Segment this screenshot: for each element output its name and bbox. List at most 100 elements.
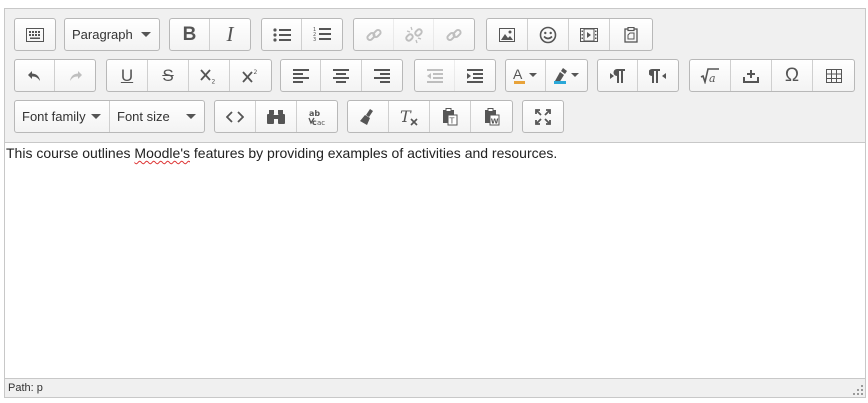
text-color-icon: A (513, 67, 539, 85)
anchor-link-icon (445, 26, 463, 44)
clean-formatting-button[interactable] (348, 101, 389, 132)
anchor-button[interactable] (434, 19, 474, 50)
toggle-toolbar-group (14, 18, 56, 51)
clipboard-file-icon (623, 26, 638, 43)
bullet-list-icon (272, 27, 291, 42)
unlink-icon (404, 26, 423, 44)
find-replace-button[interactable] (256, 101, 297, 132)
font-size-select[interactable]: Font size (110, 101, 204, 132)
content-paragraph: This course outlines Moodle's features b… (6, 145, 864, 162)
insert-table-button[interactable] (813, 60, 854, 91)
svg-text:ac: ac (317, 119, 325, 126)
bullet-list-button[interactable] (262, 19, 302, 50)
rtl-pilcrow-icon (649, 68, 667, 84)
format-group: U S 2 2 (106, 59, 272, 92)
omega-icon: Ω (784, 64, 800, 86)
outdent-button[interactable] (415, 60, 455, 91)
insert-page-break-button[interactable] (731, 60, 772, 91)
resize-handle-icon[interactable] (852, 384, 864, 396)
paste-as-text-button[interactable]: T (430, 101, 471, 132)
numbered-list-button[interactable]: 123 (302, 19, 342, 50)
list-group: 123 (261, 18, 343, 51)
chevron-down-icon (91, 114, 101, 119)
insert-media-button[interactable] (569, 19, 610, 50)
font-size-value: Font size (117, 109, 170, 124)
align-right-button[interactable] (362, 60, 402, 91)
text-style-group: B I (169, 18, 251, 51)
strikethrough-button[interactable]: S (148, 60, 189, 91)
strikethrough-icon: S (162, 65, 174, 85)
svg-text:ab: ab (309, 109, 320, 118)
link-group (353, 18, 475, 51)
right-to-left-button[interactable] (638, 60, 678, 91)
italic-button[interactable]: I (210, 19, 250, 50)
chevron-down-icon (186, 114, 196, 119)
svg-text:3: 3 (313, 37, 316, 42)
spellcheck-icon: ab c ac (308, 108, 326, 126)
clear-format-icon: T (399, 108, 419, 126)
undo-button[interactable] (15, 60, 55, 91)
editor-toolbar: Paragraph B I 123 U S 2 2 A a Ω Font fam… (5, 9, 865, 143)
align-center-icon (333, 68, 349, 83)
indent-button[interactable] (455, 60, 495, 91)
film-icon (580, 27, 598, 42)
redo-icon (67, 69, 83, 83)
bold-button[interactable]: B (170, 19, 210, 50)
table-icon (825, 68, 842, 83)
insert-image-button[interactable] (487, 19, 528, 50)
link-icon (365, 26, 383, 44)
media-group (486, 18, 653, 51)
fullscreen-group (522, 100, 564, 133)
align-center-button[interactable] (321, 60, 362, 91)
insert-emoticon-button[interactable] (528, 19, 569, 50)
svg-text:a: a (709, 72, 716, 84)
paste-text-icon: T (442, 107, 458, 126)
code-brackets-icon (226, 110, 244, 123)
unlink-button[interactable] (394, 19, 434, 50)
redo-button[interactable] (55, 60, 95, 91)
show-more-buttons-button[interactable] (15, 19, 55, 50)
color-group: A (505, 59, 588, 92)
manage-files-button[interactable] (610, 19, 651, 50)
block-format-select[interactable]: Paragraph (65, 19, 159, 50)
left-to-right-button[interactable] (598, 60, 638, 91)
clean-group: T T W (347, 100, 513, 133)
font-group: Font family Font size (14, 100, 205, 133)
align-left-button[interactable] (281, 60, 321, 91)
indent-group (414, 59, 496, 92)
underline-icon: U (120, 65, 134, 85)
block-format-value: Paragraph (72, 27, 133, 42)
content-text-after: features by providing examples of activi… (190, 145, 558, 161)
subscript-button[interactable]: 2 (189, 60, 230, 91)
editor-content-area[interactable]: This course outlines Moodle's features b… (5, 143, 865, 377)
square-root-icon: a (700, 67, 720, 84)
svg-text:T: T (449, 116, 455, 125)
element-path: Path: p (8, 382, 43, 394)
background-color-button[interactable] (546, 60, 587, 91)
special-character-button[interactable]: Ω (772, 60, 813, 91)
paste-word-icon: W (484, 107, 500, 126)
rich-text-editor: Paragraph B I 123 U S 2 2 A a Ω Font fam… (4, 8, 866, 398)
paste-from-word-button[interactable]: W (471, 101, 512, 132)
underline-button[interactable]: U (107, 60, 148, 91)
source-code-button[interactable] (215, 101, 256, 132)
history-group (14, 59, 96, 92)
insert-link-button[interactable] (354, 19, 394, 50)
fullscreen-button[interactable] (523, 101, 563, 132)
outdent-icon (426, 68, 443, 83)
bold-icon: B (182, 23, 197, 45)
superscript-button[interactable]: 2 (230, 60, 271, 91)
italic-icon: I (226, 22, 234, 46)
text-color-button[interactable]: A (506, 60, 546, 91)
binoculars-icon (267, 109, 285, 125)
subscript-icon: 2 (200, 68, 218, 84)
equation-button[interactable]: a (690, 60, 731, 91)
clear-formatting-button[interactable]: T (389, 101, 430, 132)
insert-group: a Ω (689, 59, 855, 92)
svg-text:2: 2 (212, 78, 216, 84)
font-family-select[interactable]: Font family (15, 101, 110, 132)
spellcheck-button[interactable]: ab c ac (297, 101, 337, 132)
highlight-brush-icon (553, 67, 581, 85)
chevron-down-icon (141, 32, 151, 37)
broom-icon (359, 108, 377, 126)
